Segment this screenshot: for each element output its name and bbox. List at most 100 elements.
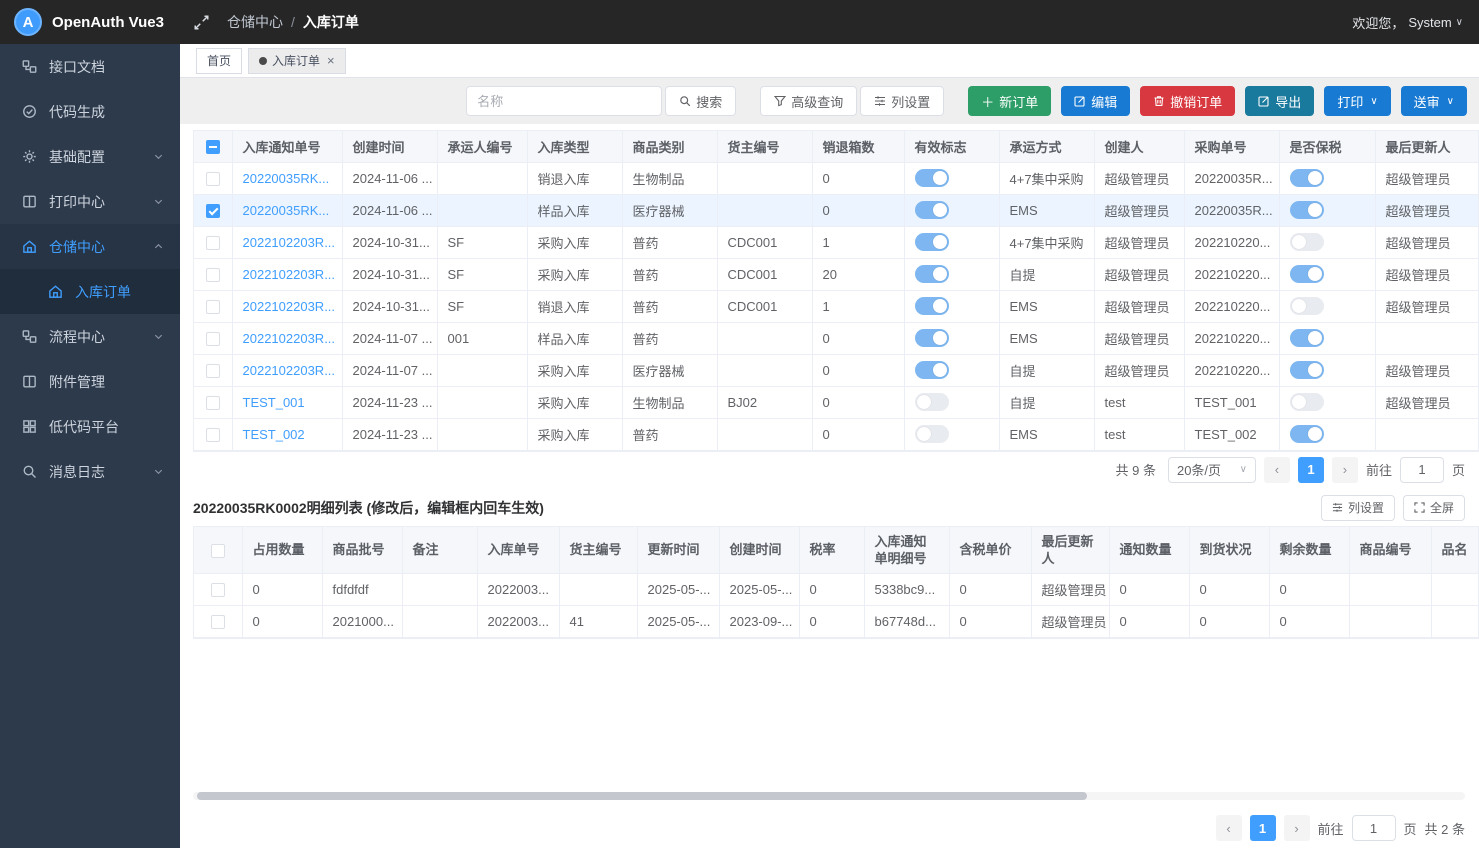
sidebar-item-9[interactable]: 低代码平台	[0, 404, 180, 449]
bonded-toggle[interactable]	[1290, 265, 1324, 283]
select-all-checkbox[interactable]	[206, 140, 220, 154]
table-row[interactable]: TEST_0022024-11-23 ...采购入库普药0EMStestTEST…	[194, 418, 1479, 450]
valid-toggle[interactable]	[915, 393, 949, 411]
row-checkbox[interactable]	[206, 204, 220, 218]
detail-table-row[interactable]: 02021000...2022003...412025-05-...2023-0…	[194, 606, 1479, 638]
sidebar-item-8[interactable]: 附件管理	[0, 359, 180, 404]
sidebar-item-4[interactable]: 打印中心	[0, 179, 180, 224]
order-link[interactable]: 2022102203R...	[243, 235, 336, 250]
order-link[interactable]: 20220035RK...	[243, 203, 330, 218]
close-tab-icon[interactable]: ×	[327, 53, 335, 68]
order-link[interactable]: 2022102203R...	[243, 299, 336, 314]
sidebar-item-5[interactable]: 仓储中心	[0, 224, 180, 269]
row-checkbox[interactable]	[206, 268, 220, 282]
order-link[interactable]: 20220035RK...	[243, 171, 330, 186]
table-row[interactable]: 2022102203R...2024-10-31...SF采购入库普药CDC00…	[194, 258, 1479, 290]
prev-page-button[interactable]: ‹	[1216, 815, 1242, 841]
table-row[interactable]: TEST_0012024-11-23 ...采购入库生物制品BJ020自提tes…	[194, 386, 1479, 418]
next-page-button[interactable]: ›	[1332, 457, 1358, 483]
page-number-button[interactable]: 1	[1298, 457, 1324, 483]
export-button[interactable]: 导出	[1245, 86, 1314, 116]
bonded-toggle[interactable]	[1290, 425, 1324, 443]
sidebar-item-7[interactable]: 流程中心	[0, 314, 180, 359]
breadcrumb-section[interactable]: 仓储中心	[227, 12, 283, 32]
row-checkbox[interactable]	[206, 364, 220, 378]
detail-table-row[interactable]: 0fdfdfdf2022003...2025-05-...2025-05-...…	[194, 574, 1479, 606]
bonded-toggle[interactable]	[1290, 201, 1324, 219]
row-checkbox[interactable]	[206, 172, 220, 186]
last-updater-cell: 超级管理员	[1375, 354, 1479, 386]
order-link[interactable]: TEST_002	[243, 427, 305, 442]
bonded-toggle[interactable]	[1290, 329, 1324, 347]
horizontal-scrollbar-thumb[interactable]	[197, 792, 1087, 800]
collapse-sidebar-icon[interactable]	[194, 15, 209, 30]
row-checkbox[interactable]	[206, 300, 220, 314]
table-row[interactable]: 2022102203R...2024-10-31...SF销退入库普药CDC00…	[194, 290, 1479, 322]
page-number-button[interactable]: 1	[1250, 815, 1276, 841]
search-button[interactable]: 搜索	[665, 86, 736, 116]
valid-toggle[interactable]	[915, 297, 949, 315]
order-link[interactable]: 2022102203R...	[243, 331, 336, 346]
row-checkbox[interactable]	[211, 583, 225, 597]
table-row[interactable]: 20220035RK...2024-11-06 ...销退入库生物制品04+7集…	[194, 162, 1479, 194]
edit-button[interactable]: 编辑	[1061, 86, 1130, 116]
detail-column-settings-button[interactable]: 列设置	[1321, 495, 1395, 521]
table-row[interactable]: 2022102203R...2024-11-07 ...001样品入库普药0EM…	[194, 322, 1479, 354]
horizontal-scrollbar-track[interactable]	[193, 792, 1465, 800]
cancel-order-button[interactable]: 撤销订单	[1140, 86, 1235, 116]
valid-toggle[interactable]	[915, 201, 949, 219]
bonded-cell	[1279, 386, 1375, 418]
row-checkbox[interactable]	[206, 236, 220, 250]
valid-toggle[interactable]	[915, 361, 949, 379]
row-checkbox[interactable]	[206, 428, 220, 442]
order-link[interactable]: 2022102203R...	[243, 363, 336, 378]
valid-toggle[interactable]	[915, 233, 949, 251]
sidebar-item-3[interactable]: 基础配置	[0, 134, 180, 179]
fullscreen-button[interactable]: 全屏	[1403, 495, 1465, 521]
sidebar-subitem-6[interactable]: 入库订单	[0, 269, 180, 314]
valid-toggle[interactable]	[915, 169, 949, 187]
bonded-toggle[interactable]	[1290, 169, 1324, 187]
user-menu[interactable]: 欢迎您，System ∨	[1352, 13, 1463, 32]
valid-toggle[interactable]	[915, 425, 949, 443]
goto-page-input[interactable]	[1400, 457, 1444, 483]
tab-home[interactable]: 首页	[196, 48, 242, 74]
next-page-button[interactable]: ›	[1284, 815, 1310, 841]
table-row[interactable]: 2022102203R...2024-11-07 ...采购入库医疗器械0自提超…	[194, 354, 1479, 386]
advanced-query-button[interactable]: 高级查询	[760, 86, 857, 116]
page-size-select[interactable]: 20条/页 ∨	[1168, 457, 1256, 483]
bonded-toggle[interactable]	[1290, 393, 1324, 411]
bonded-toggle[interactable]	[1290, 361, 1324, 379]
detail-cell: 0	[242, 606, 322, 638]
tab-inbound-orders[interactable]: 入库订单 ×	[248, 48, 346, 74]
order-link[interactable]: 2022102203R...	[243, 267, 336, 282]
valid-toggle[interactable]	[915, 329, 949, 347]
new-order-button[interactable]: ＋ 新订单	[968, 86, 1051, 116]
print-button[interactable]: 打印 ∨	[1324, 86, 1390, 116]
column-header: 创建人	[1094, 131, 1184, 162]
sidebar-item-2[interactable]: 代码生成	[0, 89, 180, 134]
transport-cell: 4+7集中采购	[999, 162, 1094, 194]
goto-page-input[interactable]	[1352, 815, 1396, 841]
submit-review-button[interactable]: 送审 ∨	[1401, 86, 1467, 116]
bonded-toggle[interactable]	[1290, 297, 1324, 315]
detail-cell	[1349, 574, 1431, 606]
table-row[interactable]: 2022102203R...2024-10-31...SF采购入库普药CDC00…	[194, 226, 1479, 258]
row-checkbox[interactable]	[211, 615, 225, 629]
valid-toggle[interactable]	[915, 265, 949, 283]
sidebar-item-10[interactable]: 消息日志	[0, 449, 180, 494]
prev-page-button[interactable]: ‹	[1264, 457, 1290, 483]
creator-cell: 超级管理员	[1094, 354, 1184, 386]
bonded-toggle[interactable]	[1290, 233, 1324, 251]
detail-select-all-checkbox[interactable]	[211, 544, 225, 558]
row-checkbox[interactable]	[206, 396, 220, 410]
row-checkbox[interactable]	[206, 332, 220, 346]
sidebar-item-1[interactable]: 接口文档	[0, 44, 180, 89]
column-settings-button[interactable]: 列设置	[860, 86, 944, 116]
order-link[interactable]: TEST_001	[243, 395, 305, 410]
table-row[interactable]: 20220035RK...2024-11-06 ...样品入库医疗器械0EMS超…	[194, 194, 1479, 226]
return-boxes-cell: 0	[812, 322, 904, 354]
search-input[interactable]	[466, 86, 662, 116]
breadcrumb: 仓储中心 / 入库订单	[227, 12, 359, 32]
column-header: 销退箱数	[812, 131, 904, 162]
